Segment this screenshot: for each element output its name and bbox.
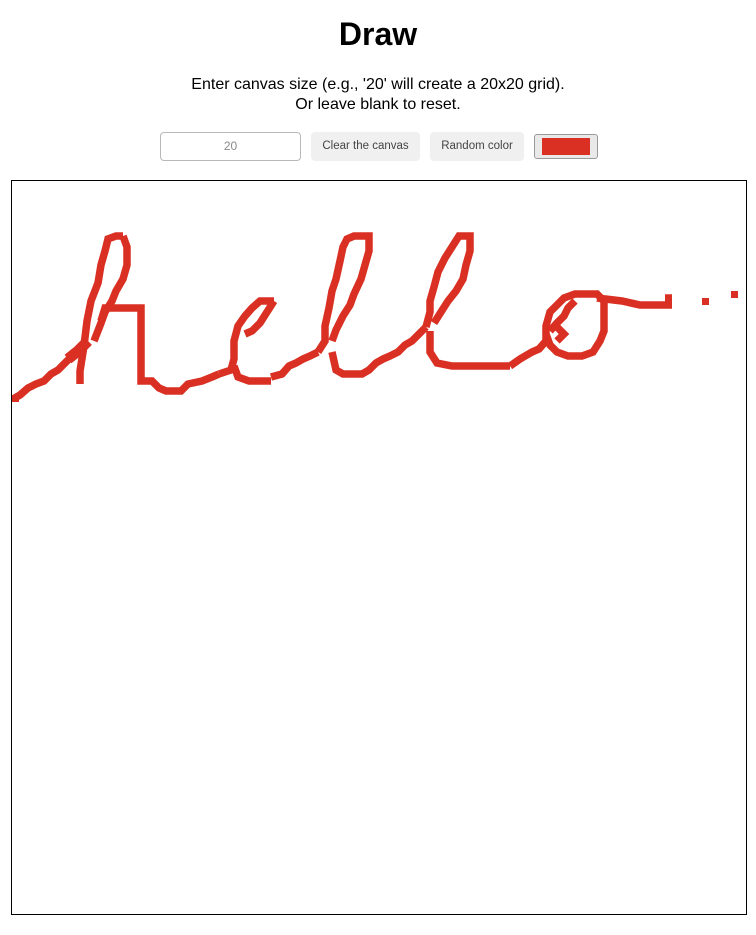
stroke-h-hump <box>97 304 221 395</box>
stroke-l1-3 <box>328 324 429 378</box>
stroke-l1-1 <box>270 348 320 381</box>
color-picker-swatch <box>542 137 590 155</box>
stroke-l1-2 <box>314 232 373 355</box>
color-picker[interactable] <box>534 133 598 159</box>
drawing-canvas[interactable] <box>11 180 747 915</box>
instructions-line-1: Enter canvas size (e.g., '20' will creat… <box>191 76 565 93</box>
drawing-canvas-strokes <box>12 232 738 403</box>
clear-canvas-button[interactable]: Clear the canvas <box>311 131 420 161</box>
stroke-trail <box>596 294 672 309</box>
stroke-o-4 <box>554 324 570 344</box>
random-color-button[interactable]: Random color <box>430 131 524 161</box>
stroke-dot-1 <box>702 298 709 305</box>
stroke-e-3 <box>230 364 271 385</box>
canvas-size-input[interactable] <box>160 131 301 161</box>
stroke-dot-3 <box>12 395 19 402</box>
instructions: Enter canvas size (e.g., '20' will creat… <box>0 75 756 115</box>
page-title: Draw <box>338 16 418 52</box>
instructions-line-2: Or leave blank to reset. <box>295 96 461 113</box>
stroke-o-1 <box>507 338 549 370</box>
controls-bar: Clear the canvas Random color <box>160 131 598 161</box>
stroke-dot-2 <box>731 291 738 298</box>
stroke-l2-2 <box>426 331 510 370</box>
stroke-l2-1 <box>422 232 474 328</box>
